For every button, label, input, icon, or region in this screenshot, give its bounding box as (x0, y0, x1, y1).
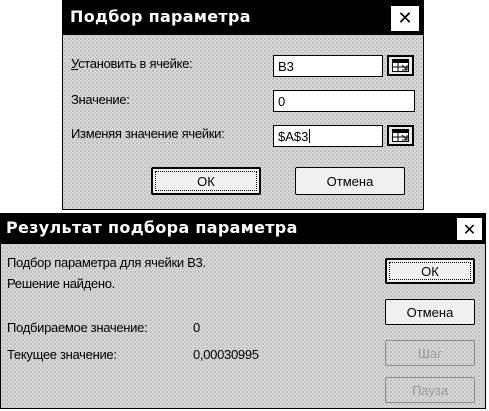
status-close-button[interactable]: ✕ (456, 217, 483, 241)
status-cancel-label: Отмена (406, 304, 454, 320)
goal-seek-dialog: Подбор параметра ✕ Установить в ячейке: … (62, 0, 424, 210)
to-value-label: Значение: (71, 92, 130, 107)
current-value: 0,00030995 (193, 347, 259, 362)
cancel-button[interactable]: Отмена (295, 167, 405, 195)
set-cell-value: B3 (278, 58, 294, 74)
to-value-value: 0 (278, 93, 286, 109)
set-cell-label: Установить в ячейке: (71, 56, 193, 71)
status-ok-label: ОК (421, 263, 439, 279)
range-select-icon (392, 129, 409, 142)
set-cell-input[interactable]: B3 (273, 55, 383, 77)
step-button[interactable]: Шаг (385, 340, 475, 366)
pause-label: Пауза (411, 382, 449, 398)
goal-seek-status-title: Результат подбора параметра (6, 218, 298, 237)
changing-cell-collapse-button[interactable] (387, 125, 414, 146)
to-value-input[interactable]: 0 (273, 90, 415, 112)
range-select-icon (392, 59, 409, 72)
goal-seek-status-titlebar: Результат подбора параметра ✕ (1, 214, 485, 244)
target-value-label: Подбираемое значение: (7, 320, 148, 335)
text-caret (309, 129, 311, 143)
ok-button[interactable]: ОК (151, 167, 261, 195)
target-value: 0 (193, 320, 200, 335)
status-line-2: Решение найдено. (7, 276, 115, 291)
changing-cell-input[interactable]: $A$3 (273, 125, 383, 147)
status-line-1: Подбор параметра для ячейки B3. (7, 255, 206, 270)
ok-button-label: ОК (197, 173, 215, 189)
close-icon: ✕ (462, 219, 477, 239)
goal-seek-titlebar: Подбор параметра ✕ (63, 1, 423, 35)
goal-seek-status-dialog: Результат подбора параметра ✕ Подбор пар… (0, 213, 486, 409)
status-cancel-button[interactable]: Отмена (385, 299, 475, 325)
goal-seek-title: Подбор параметра (70, 7, 251, 26)
set-cell-collapse-button[interactable] (387, 55, 414, 76)
changing-cell-label: Изменяя значение ячейки: (71, 126, 225, 141)
current-value-label: Текущее значение: (7, 347, 117, 362)
status-ok-button[interactable]: ОК (385, 258, 475, 284)
pause-button[interactable]: Пауза (385, 377, 475, 403)
close-icon: ✕ (397, 8, 413, 29)
changing-cell-value: $A$3 (278, 128, 309, 144)
step-label: Шаг (418, 345, 442, 361)
cancel-button-label: Отмена (326, 173, 374, 189)
goal-seek-close-button[interactable]: ✕ (390, 5, 420, 32)
